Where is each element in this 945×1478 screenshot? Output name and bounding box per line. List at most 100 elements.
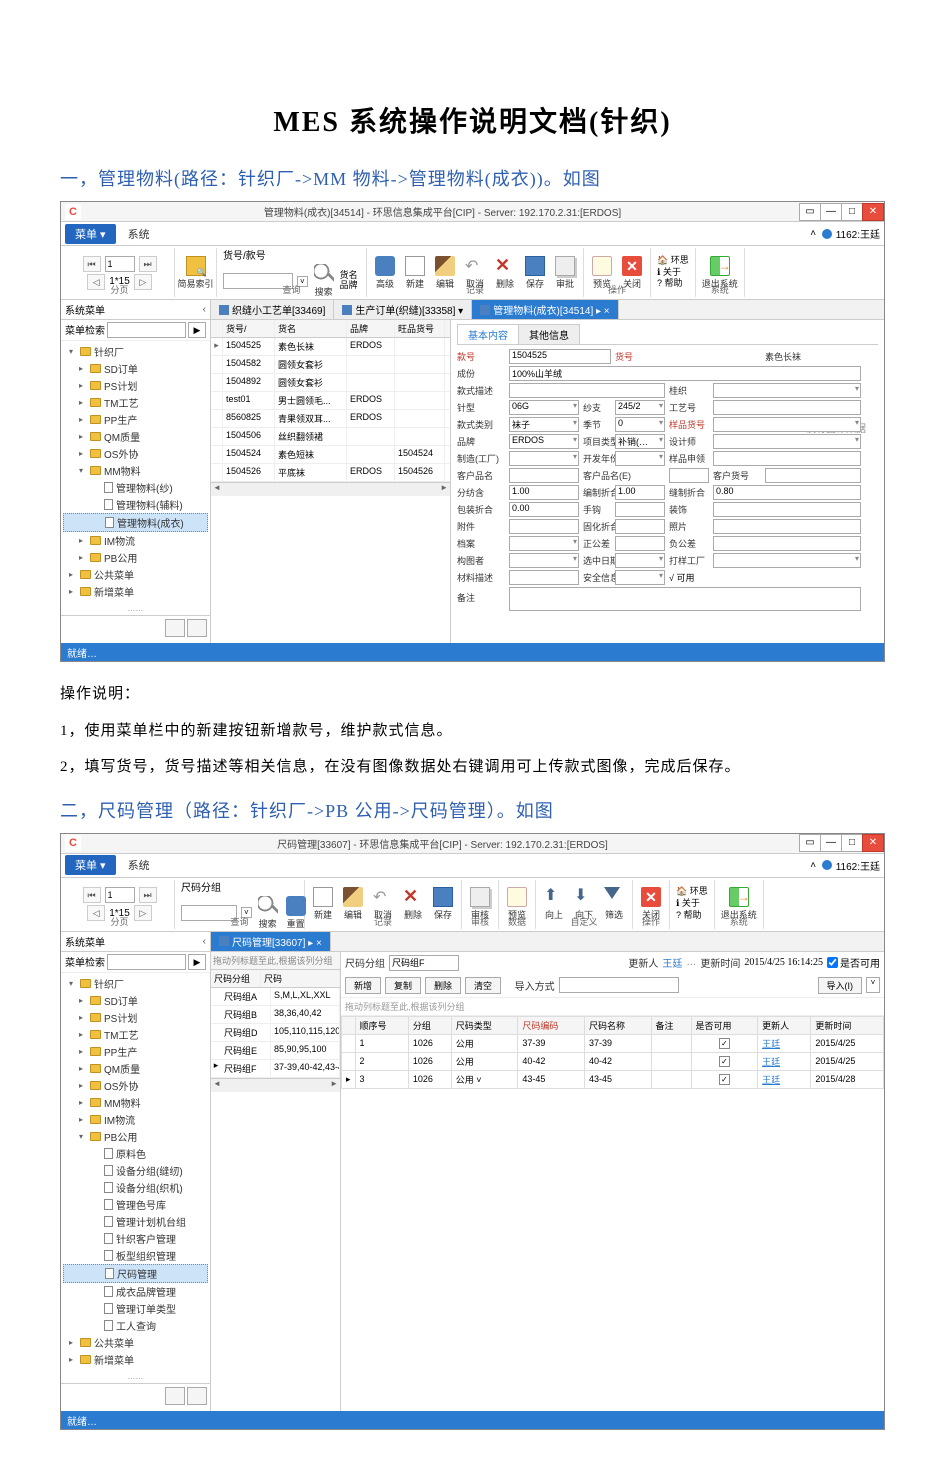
fld-yphh[interactable]: [713, 417, 861, 432]
fld-aqxy[interactable]: [615, 570, 665, 585]
fld-ksms[interactable]: [509, 383, 665, 398]
page-last-button[interactable]: ⏭: [139, 887, 157, 903]
btn-copy[interactable]: 复制: [385, 977, 421, 994]
fld-bz[interactable]: [509, 587, 861, 611]
fld-import[interactable]: [559, 977, 679, 993]
table-row[interactable]: 1504506丝织翻领裙: [211, 428, 450, 446]
fld-zgz[interactable]: [615, 536, 665, 551]
tree-item[interactable]: 管理计划机台组: [63, 1213, 208, 1230]
sidebar-collapse-button[interactable]: ‹: [203, 304, 206, 315]
fld-zp[interactable]: [713, 519, 861, 534]
table-row[interactable]: ▸尺码组F37-39,40-42,43-45: [211, 1060, 340, 1078]
fld-jj[interactable]: 0: [615, 417, 665, 432]
tree-item[interactable]: 工人查询: [63, 1317, 208, 1334]
tree-item[interactable]: 设备分组(缝纫): [63, 1162, 208, 1179]
menu-search-button[interactable]: ▶: [188, 322, 206, 338]
fld-bzzh[interactable]: 1.00: [615, 485, 665, 500]
fld-khpm[interactable]: [509, 468, 579, 483]
menu-main[interactable]: 菜单 ▾: [65, 224, 116, 244]
tree-item[interactable]: 板型组织管理: [63, 1247, 208, 1264]
quick-filter-button[interactable]: 🔍简易索引: [178, 256, 214, 290]
tree-item[interactable]: 原料色: [63, 1145, 208, 1162]
tree-item[interactable]: ▾针织厂: [63, 343, 208, 360]
footer-btn-1[interactable]: [165, 619, 185, 637]
page-last-button[interactable]: ⏭: [139, 256, 157, 272]
page-first-button[interactable]: ⏮: [83, 887, 101, 903]
col-header[interactable]: 更新时间: [811, 1016, 884, 1034]
tree-item[interactable]: ▾MM物料: [63, 462, 208, 479]
fld-xzrq[interactable]: [615, 553, 665, 568]
col-header[interactable]: 顺序号: [355, 1016, 408, 1034]
tree-item[interactable]: ▸TM工艺: [63, 1026, 208, 1043]
checkbox[interactable]: ✓: [719, 1074, 730, 1085]
table-row[interactable]: test01男士圆领毛...ERDOS: [211, 392, 450, 410]
tree-item[interactable]: ▸TM工艺: [63, 394, 208, 411]
fld-gmz[interactable]: [509, 553, 579, 568]
page-input[interactable]: [105, 256, 135, 272]
tree-item[interactable]: ▾针织厂: [63, 975, 208, 992]
tree-item[interactable]: 管理物料(辅料): [63, 496, 208, 513]
fld-khhh[interactable]: [765, 468, 861, 483]
link-about[interactable]: ℹ 关于: [676, 898, 708, 910]
fld-ghzh[interactable]: [615, 519, 665, 534]
col-header[interactable]: 品牌: [347, 320, 395, 337]
tree-item[interactable]: ▸QM质量: [63, 1060, 208, 1077]
col-header[interactable]: 尺码类型: [451, 1016, 518, 1034]
caret-up-icon[interactable]: ˄: [810, 228, 816, 239]
col-header[interactable]: 尺码名称: [584, 1016, 651, 1034]
tree-item[interactable]: ▸SD订单: [63, 360, 208, 377]
fld-fzzh[interactable]: 1.00: [509, 485, 579, 500]
doc-tab[interactable]: 织缝小工艺单[33469]: [211, 300, 334, 319]
fld-cf[interactable]: 100%山羊绒: [509, 366, 861, 381]
col-header[interactable]: 备注: [651, 1016, 691, 1034]
fld-zx[interactable]: 06G: [509, 400, 579, 415]
table-row[interactable]: 1504526平底袜ERDOS1504526: [211, 464, 450, 482]
fld-hl[interactable]: 245/2: [615, 400, 665, 415]
tree-item[interactable]: ▸QM质量: [63, 428, 208, 445]
chk-usable[interactable]: 是否可用: [827, 955, 880, 970]
fld-sh[interactable]: [615, 502, 665, 517]
col-header[interactable]: 货名: [275, 320, 347, 337]
fld-fgz[interactable]: [713, 536, 861, 551]
hscroll[interactable]: [211, 1078, 340, 1092]
fld-dn[interactable]: [509, 536, 579, 551]
col-header[interactable]: 旺品货号: [395, 320, 445, 337]
close-button[interactable]: ✕: [862, 203, 884, 221]
minimize-button[interactable]: —: [820, 203, 842, 221]
tree-item[interactable]: ▸PB公用: [63, 549, 208, 566]
tree-item[interactable]: ▸IM物流: [63, 1111, 208, 1128]
table-row[interactable]: 8560825青果领双耳...ERDOS: [211, 410, 450, 428]
fld-gyh[interactable]: [713, 400, 861, 415]
tree-item[interactable]: ▸PS计划: [63, 1009, 208, 1026]
fld-ksms2[interactable]: [713, 383, 861, 398]
table-row[interactable]: 11026公用37-3937-39✓王廷2015/4/25: [342, 1034, 884, 1052]
table-row[interactable]: ▸31026公用 ˅43-4543-45✓王廷2015/4/28: [342, 1070, 884, 1088]
link-hx[interactable]: 🏠 环思: [657, 255, 689, 267]
page-input[interactable]: [105, 887, 135, 903]
tree-item[interactable]: ▸PP生产: [63, 1043, 208, 1060]
tree-item[interactable]: ▸新增菜单: [63, 1351, 208, 1368]
table-row[interactable]: 21026公用40-4240-42✓王廷2015/4/25: [342, 1052, 884, 1070]
fld-xmlx[interactable]: 补销(…: [615, 434, 665, 449]
tree-item[interactable]: 管理订单类型: [63, 1300, 208, 1317]
btn-del[interactable]: 删除: [425, 977, 461, 994]
form-tab-other[interactable]: 其他信息: [518, 324, 580, 344]
col-header[interactable]: 分组: [408, 1016, 451, 1034]
chk-qy[interactable]: √ 可用: [669, 571, 861, 584]
tree-item[interactable]: ▸公共菜单: [63, 1334, 208, 1351]
tree-item[interactable]: ▸新增菜单: [63, 583, 208, 600]
tree-item[interactable]: ▸OS外协: [63, 1077, 208, 1094]
form-tab-basic[interactable]: 基本内容: [457, 324, 519, 344]
fld-kfnf[interactable]: [615, 451, 665, 466]
col-size[interactable]: 尺码: [261, 970, 340, 987]
fld-kslb[interactable]: 袜子: [509, 417, 579, 432]
menu-search-input[interactable]: [107, 954, 186, 970]
doc-tab[interactable]: 生产订单(织缝)[33358] ▾: [334, 300, 472, 319]
sidebar-collapse-button[interactable]: ‹: [203, 936, 206, 947]
maximize-button[interactable]: □: [841, 834, 863, 852]
doc-tab[interactable]: 管理物料(成衣)[34514] ▸ ×: [472, 300, 618, 319]
col-header[interactable]: 更新人: [758, 1016, 811, 1034]
tree-item[interactable]: ▸OS外协: [63, 445, 208, 462]
menu-search-input[interactable]: [107, 322, 186, 338]
col-group[interactable]: 尺码分组: [211, 970, 261, 987]
